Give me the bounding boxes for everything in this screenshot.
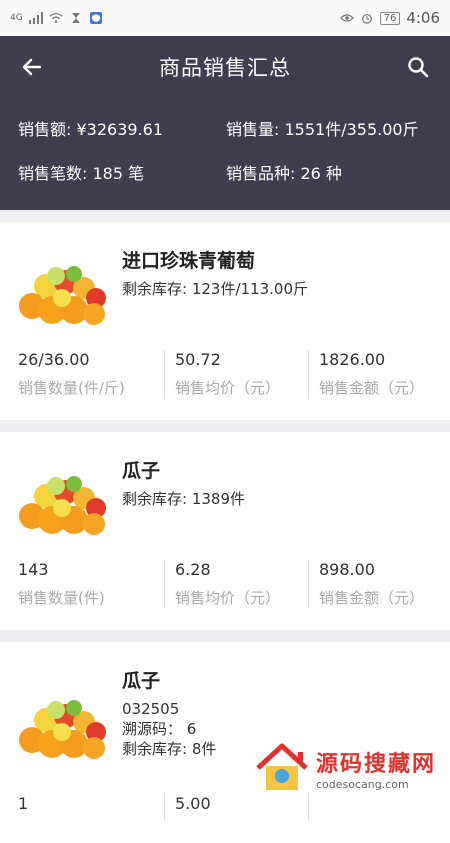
- product-image: [19, 266, 106, 325]
- average-price-label: 销售均价（元）: [175, 379, 281, 397]
- watermark: 源码搜藏网 codesocang.com: [254, 738, 444, 798]
- sales-count: 销售笔数: 185 笔: [18, 164, 145, 183]
- summary-stats: 销售额: ¥32639.61 销售量: 1551件/355.00斤 销售笔数: …: [0, 98, 450, 184]
- watermark-url: codesocang.com: [316, 777, 409, 791]
- arrow-left-icon: [22, 58, 42, 76]
- shield-icon: [89, 12, 102, 24]
- product-name: 瓜子: [122, 460, 161, 482]
- sales-quantity-label: 销售数量(件/斤): [18, 379, 125, 397]
- wifi-icon: [49, 12, 63, 23]
- search-icon: [408, 57, 429, 78]
- sales-amount-value: 898.00: [319, 560, 375, 579]
- product-stock: 剩余库存: 123件/113.00斤: [122, 280, 308, 298]
- product-card[interactable]: 瓜子 剩余库存: 1389件 143 销售数量(件) 6.28 销售均价（元） 89…: [0, 432, 450, 630]
- product-name: 进口珍珠青葡萄: [122, 250, 256, 272]
- sales-quantity-value: 26/36.00: [18, 350, 90, 369]
- clock: 4:06: [406, 9, 440, 27]
- page-title: 商品销售汇总: [159, 56, 291, 80]
- product-name: 瓜子: [122, 670, 161, 692]
- sales-amount-value: 1826.00: [319, 350, 386, 369]
- product-image: [19, 476, 106, 535]
- sales-volume: 销售量: 1551件/355.00斤: [226, 120, 419, 139]
- top-bar: 商品销售汇总: [0, 36, 450, 98]
- sales-amount: 销售额: ¥32639.61: [18, 120, 164, 139]
- search-button[interactable]: [402, 51, 434, 83]
- hourglass-icon: [71, 13, 80, 23]
- product-stock: 剩余库存: 1389件: [122, 490, 245, 508]
- sales-quantity-value: 143: [18, 560, 49, 579]
- sales-amount-label: 销售金额（元）: [319, 379, 425, 397]
- signal-icon: [28, 12, 43, 24]
- sales-amount-label: 销售金额（元）: [319, 589, 425, 607]
- sales-quantity-value: 1: [18, 794, 29, 813]
- alarm-icon: [361, 13, 372, 24]
- header: 商品销售汇总 销售额: ¥32639.61 销售量: 1551件/355.00斤…: [0, 36, 450, 210]
- sales-quantity-label: 销售数量(件): [18, 589, 105, 607]
- trace-code: 溯源码： 6: [122, 720, 197, 738]
- product-metrics: 26/36.00 销售数量(件/斤) 50.72 销售均价（元） 1826.00 销售…: [0, 330, 450, 420]
- average-price-label: 销售均价（元）: [175, 589, 281, 607]
- battery-indicator: 76: [379, 11, 401, 25]
- status-bar: 4G 76 4:06: [0, 0, 450, 36]
- product-card[interactable]: 进口珍珠青葡萄 剩余库存: 123件/113.00斤 26/36.00 销售数量(…: [0, 222, 450, 420]
- average-price-value: 50.72: [175, 350, 221, 369]
- back-button[interactable]: [16, 51, 48, 83]
- house-logo-icon: [256, 743, 308, 790]
- product-code: 032505: [122, 700, 180, 718]
- signal-indicator: 4G: [10, 13, 23, 23]
- sales-kinds: 销售品种: 26 种: [226, 164, 342, 183]
- product-stock: 剩余库存: 8件: [122, 740, 217, 758]
- eye-icon: [339, 14, 354, 22]
- product-image: [19, 700, 106, 759]
- watermark-text: 源码搜藏网: [316, 751, 437, 777]
- average-price-value: 6.28: [175, 560, 211, 579]
- product-metrics: 143 销售数量(件) 6.28 销售均价（元） 898.00 销售金额（元）: [0, 540, 450, 630]
